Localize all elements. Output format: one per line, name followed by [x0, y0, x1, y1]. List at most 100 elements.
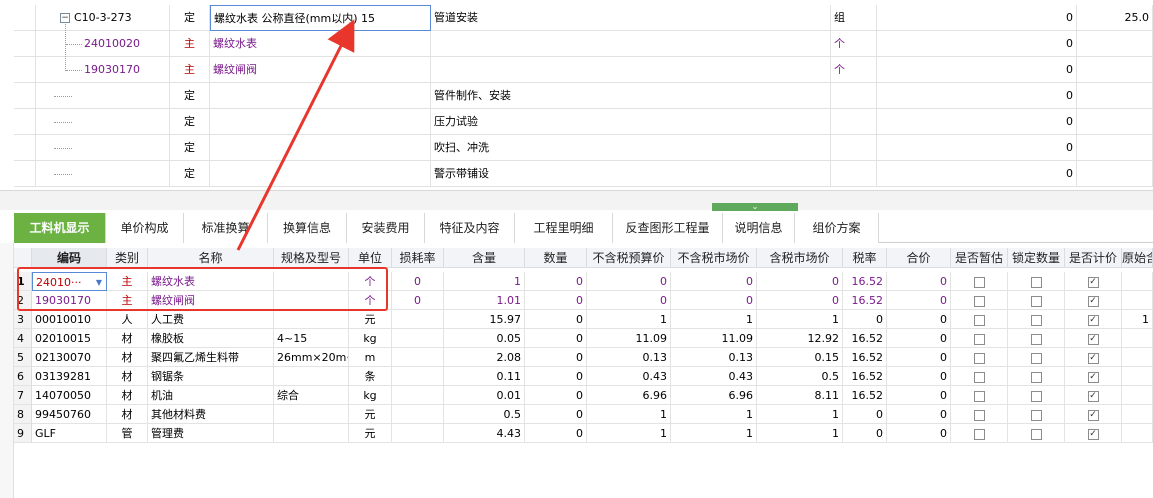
cell-name[interactable]: 螺纹水表: [148, 272, 274, 291]
cell-tmp[interactable]: 0: [757, 272, 843, 291]
cell-bp[interactable]: 11.09: [587, 329, 671, 348]
cell-tax[interactable]: 0: [843, 310, 887, 329]
checkbox-icon[interactable]: [973, 295, 985, 307]
cell-priced[interactable]: ✓: [1065, 329, 1122, 348]
cell-est[interactable]: [951, 367, 1008, 386]
cell-name[interactable]: 其他材料费: [148, 405, 274, 424]
type-cell[interactable]: 定: [170, 109, 210, 135]
cell-priced[interactable]: ✓: [1065, 310, 1122, 329]
unit-cell[interactable]: 个: [831, 31, 877, 57]
desc-cell[interactable]: 管件制作、安装: [431, 83, 831, 109]
price-cell[interactable]: 25.0: [1077, 5, 1153, 31]
cell-unit[interactable]: 个: [349, 272, 392, 291]
price-cell[interactable]: [1077, 31, 1153, 57]
cell-orig[interactable]: [1122, 348, 1153, 367]
checkbox-checked-icon[interactable]: ✓: [1087, 276, 1099, 288]
tab-5[interactable]: 安装费用: [347, 213, 425, 243]
cell-spec[interactable]: [274, 367, 349, 386]
cell-tax[interactable]: 16.52: [843, 291, 887, 310]
cell-num[interactable]: 0: [525, 348, 587, 367]
cell-tax[interactable]: 16.52: [843, 329, 887, 348]
column-header-orig[interactable]: 原始含: [1122, 248, 1153, 268]
cell-bp[interactable]: 1: [587, 424, 671, 443]
price-cell[interactable]: [1077, 109, 1153, 135]
cell-code[interactable]: GLF: [32, 424, 107, 443]
qty-cell[interactable]: 0: [1000, 161, 1077, 187]
cell-name[interactable]: 橡胶板: [148, 329, 274, 348]
row-number[interactable]: 7: [14, 386, 32, 405]
qty-cell[interactable]: 0: [1000, 83, 1077, 109]
cell-lock[interactable]: [1008, 329, 1065, 348]
cell-mp[interactable]: 0: [671, 291, 757, 310]
cell-num[interactable]: 0: [525, 329, 587, 348]
cell-content[interactable]: 15.97: [444, 310, 525, 329]
cell-tax[interactable]: 16.52: [843, 348, 887, 367]
column-header-content[interactable]: 含量: [444, 248, 525, 268]
cell-est[interactable]: [951, 310, 1008, 329]
cell-est[interactable]: [951, 329, 1008, 348]
cell-lock[interactable]: [1008, 367, 1065, 386]
tab-9[interactable]: 说明信息: [723, 213, 795, 243]
price-cell[interactable]: [1077, 161, 1153, 187]
name-cell[interactable]: 螺纹闸阀: [210, 57, 431, 83]
code-cell[interactable]: C10-3-273: [36, 5, 170, 31]
checkbox-icon[interactable]: [973, 409, 985, 421]
cell-cat[interactable]: 材: [107, 386, 148, 405]
cell-orig[interactable]: [1122, 329, 1153, 348]
type-cell[interactable]: 主: [170, 31, 210, 57]
cell-tmp[interactable]: 1: [757, 405, 843, 424]
cell-cat[interactable]: 人: [107, 310, 148, 329]
cell-code[interactable]: 24010··· ▼: [32, 272, 107, 291]
cell-code[interactable]: 19030170: [32, 291, 107, 310]
cell-unit[interactable]: 元: [349, 424, 392, 443]
checkbox-icon[interactable]: [973, 390, 985, 402]
cell-est[interactable]: [951, 348, 1008, 367]
cell-total[interactable]: 0: [887, 348, 951, 367]
cell-unit[interactable]: kg: [349, 386, 392, 405]
tab-8[interactable]: 反查图形工程量: [613, 213, 723, 243]
row-number[interactable]: 6: [14, 367, 32, 386]
name-cell[interactable]: [210, 109, 431, 135]
cell-spec[interactable]: [274, 310, 349, 329]
cell-lock[interactable]: [1008, 386, 1065, 405]
dropdown-arrow-icon[interactable]: ▼: [96, 273, 102, 290]
cell-content[interactable]: 0.11: [444, 367, 525, 386]
checkbox-checked-icon[interactable]: ✓: [1087, 352, 1099, 364]
cell-mp[interactable]: 1: [671, 405, 757, 424]
column-header-tax[interactable]: 税率: [843, 248, 887, 268]
unit-cell[interactable]: 组: [831, 5, 877, 31]
checkbox-icon[interactable]: [1030, 409, 1042, 421]
cell-spec[interactable]: 4~15: [274, 329, 349, 348]
cell-priced[interactable]: ✓: [1065, 405, 1122, 424]
cell-loss[interactable]: 0: [392, 291, 444, 310]
cell-cat[interactable]: 管: [107, 424, 148, 443]
cell-code[interactable]: 14070050: [32, 386, 107, 405]
checkbox-icon[interactable]: [1030, 371, 1042, 383]
checkbox-icon[interactable]: [973, 428, 985, 440]
cell-num[interactable]: 0: [525, 291, 587, 310]
cell-cat[interactable]: 材: [107, 348, 148, 367]
cell-bp[interactable]: 0: [587, 291, 671, 310]
type-cell[interactable]: 定: [170, 83, 210, 109]
checkbox-checked-icon[interactable]: ✓: [1087, 390, 1099, 402]
code-cell[interactable]: 19030170: [36, 57, 170, 83]
cell-bp[interactable]: 0.13: [587, 348, 671, 367]
cell-unit[interactable]: 元: [349, 405, 392, 424]
cell-loss[interactable]: [392, 329, 444, 348]
column-header-tmp[interactable]: 含税市场价: [757, 248, 843, 268]
cell-spec[interactable]: [274, 405, 349, 424]
cell-code[interactable]: 00010010: [32, 310, 107, 329]
checkbox-checked-icon[interactable]: ✓: [1087, 333, 1099, 345]
cell-lock[interactable]: [1008, 272, 1065, 291]
name-cell[interactable]: [210, 135, 431, 161]
cell-unit[interactable]: 元: [349, 310, 392, 329]
cell-tmp[interactable]: 0.5: [757, 367, 843, 386]
checkbox-icon[interactable]: [1030, 428, 1042, 440]
row-number[interactable]: 5: [14, 348, 32, 367]
column-header-est[interactable]: 是否暂估: [951, 248, 1008, 268]
row-number[interactable]: 2: [14, 291, 32, 310]
cell-mp[interactable]: 11.09: [671, 329, 757, 348]
qty-cell[interactable]: 0: [1000, 135, 1077, 161]
column-header-unit[interactable]: 单位: [349, 248, 392, 268]
cell-tmp[interactable]: 12.92: [757, 329, 843, 348]
